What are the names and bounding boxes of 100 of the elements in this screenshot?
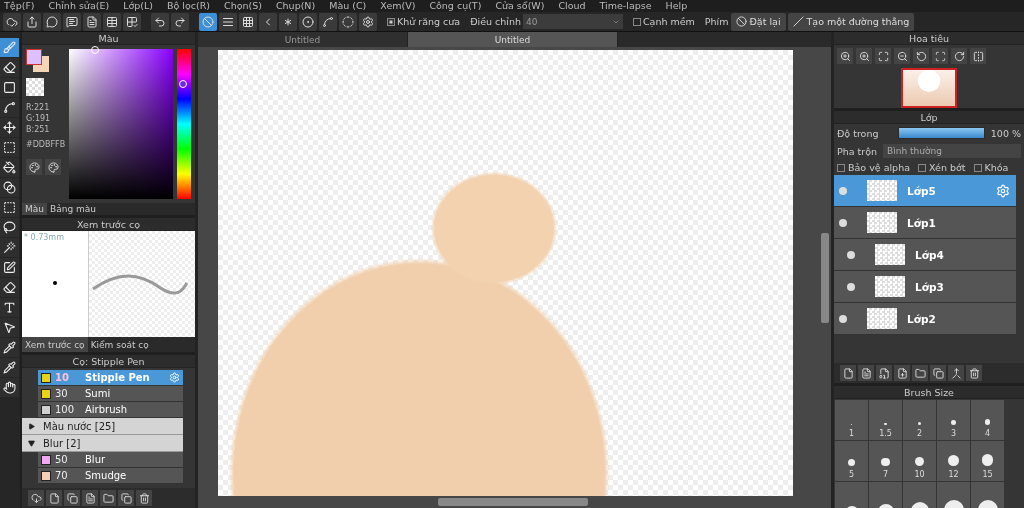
brush-size-cell[interactable]: 10	[903, 441, 936, 481]
share-icon[interactable]	[23, 12, 41, 31]
zoom-out-icon[interactable]	[894, 48, 910, 64]
hue-slider[interactable]	[177, 49, 191, 199]
new-file-icon[interactable]	[46, 490, 62, 506]
duplicate-icon[interactable]	[930, 365, 946, 381]
filled-square-icon[interactable]	[0, 138, 19, 157]
menu-item[interactable]: Màu (C)	[329, 0, 367, 12]
panel-tab[interactable]: Bảng màu	[47, 203, 99, 215]
document-tab[interactable]: Untitled	[198, 32, 408, 47]
cloud-icon[interactable]	[3, 12, 21, 31]
brush-size-cell[interactable]: 15	[971, 441, 1004, 481]
grid-edit-icon[interactable]	[123, 12, 141, 31]
menu-item[interactable]: Chụp(N)	[275, 0, 316, 12]
menu-item[interactable]: Chọn(S)	[224, 0, 262, 12]
straight-line-button[interactable]: Tạo một đường thẳng	[787, 12, 915, 31]
layer-row[interactable]: Lớp3	[834, 271, 1016, 303]
radial-lines-icon[interactable]	[279, 12, 297, 31]
grid-icon[interactable]	[239, 12, 257, 31]
folder-icon[interactable]	[912, 365, 928, 381]
selection-icon[interactable]	[0, 198, 19, 217]
document-icon[interactable]	[82, 490, 98, 506]
vertical-scrollbar[interactable]	[821, 232, 829, 323]
message-icon[interactable]	[63, 12, 81, 31]
speech-bubble-icon[interactable]	[43, 12, 61, 31]
brush-size-cell[interactable]: 5	[835, 441, 868, 481]
eraser-icon[interactable]	[0, 58, 19, 77]
zoom-actual-icon[interactable]	[837, 48, 853, 64]
menu-item[interactable]: Cửa sổ(W)	[495, 0, 545, 12]
checkbox[interactable]	[387, 17, 395, 26]
duplicate-icon[interactable]	[118, 490, 134, 506]
square-icon[interactable]	[0, 78, 19, 97]
reset-button[interactable]: Đặt lại	[730, 12, 786, 31]
horizontal-scrollbar[interactable]	[438, 498, 588, 506]
color-picker[interactable]	[69, 49, 174, 199]
hand-icon[interactable]	[0, 378, 19, 397]
document-icon[interactable]	[83, 12, 101, 31]
brush-group[interactable]: Blur [2]	[22, 435, 183, 452]
gradient-icon[interactable]	[0, 178, 19, 197]
brush-item[interactable]: 50 Blur	[38, 452, 183, 468]
brush-size-cell[interactable]: 3	[937, 400, 970, 440]
menu-item[interactable]: Time-lapse	[599, 0, 652, 12]
menu-item[interactable]: Cloud	[558, 0, 586, 12]
palette-icon[interactable]	[26, 159, 42, 175]
transparent-swatch[interactable]	[26, 78, 44, 96]
pointer-icon[interactable]	[0, 318, 19, 337]
brush-group[interactable]: Màu nước [25]	[22, 418, 183, 435]
magic-wand-icon[interactable]	[0, 238, 19, 257]
brush-item[interactable]: 30 Sumi	[38, 386, 183, 402]
selection-pen-icon[interactable]	[0, 258, 19, 277]
cloud-download-icon[interactable]	[28, 490, 44, 506]
menu-item[interactable]: Bộ lọc(R)	[166, 0, 210, 12]
merge-icon[interactable]	[948, 365, 964, 381]
table-icon[interactable]	[103, 12, 121, 31]
visibility-dot[interactable]	[839, 218, 847, 227]
redo-icon[interactable]	[171, 12, 189, 31]
text-icon[interactable]	[0, 298, 19, 317]
folder-icon[interactable]	[100, 490, 116, 506]
new-layer-icon[interactable]	[840, 365, 856, 381]
brush-size-cell[interactable]: 1.5	[869, 400, 902, 440]
fit-screen-icon[interactable]	[875, 48, 891, 64]
brush-size-cell[interactable]: 2	[903, 400, 936, 440]
checkbox[interactable]	[837, 163, 845, 172]
trash-icon[interactable]	[136, 490, 152, 506]
concentric-circles-icon[interactable]	[299, 12, 317, 31]
trash-icon[interactable]	[966, 365, 982, 381]
hue-handle[interactable]	[179, 80, 188, 89]
visibility-dot[interactable]	[839, 314, 847, 323]
layer-row[interactable]: Lớp1	[834, 207, 1016, 239]
panel-tab[interactable]: Kiểm soát cọ	[87, 337, 152, 352]
menu-item[interactable]: Tệp(F)	[4, 0, 35, 12]
palette-settings-icon[interactable]	[45, 159, 61, 175]
polyline-icon[interactable]	[0, 98, 19, 117]
copy-icon[interactable]	[64, 490, 80, 506]
checkbox[interactable]	[632, 17, 641, 26]
brush-item[interactable]: 100 Airbrush	[38, 402, 183, 418]
menu-item[interactable]: Xem(V)	[380, 0, 416, 12]
color-swatches[interactable]	[26, 49, 50, 73]
layer-row[interactable]: Lớp2	[834, 303, 1016, 335]
brush-size-cell[interactable]: 12	[937, 441, 970, 481]
move-icon[interactable]	[0, 118, 19, 137]
lasso-icon[interactable]	[0, 218, 19, 237]
blend-mode-dropdown[interactable]: Bình thường	[883, 144, 1021, 158]
layer-row[interactable]: Lớp4	[834, 239, 1016, 271]
eyedropper-icon[interactable]	[0, 358, 19, 377]
brush-size-cell[interactable]: 1	[835, 400, 868, 440]
add-layer-icon[interactable]	[894, 365, 910, 381]
visibility-dot[interactable]	[839, 186, 847, 195]
no-ruler-icon[interactable]	[199, 12, 217, 31]
rotate-right-icon[interactable]	[951, 48, 967, 64]
menu-item[interactable]: Công cụ(T)	[429, 0, 482, 12]
panel-tab[interactable]: Màu	[22, 203, 47, 215]
perspective-icon[interactable]	[259, 12, 277, 31]
settings-icon[interactable]	[359, 12, 377, 31]
checkbox[interactable]	[918, 163, 926, 172]
selection-eraser-icon[interactable]	[0, 278, 19, 297]
paint-bucket-icon[interactable]	[0, 158, 19, 177]
zoom-in-icon[interactable]	[856, 48, 872, 64]
document-tab[interactable]: Untitled	[408, 32, 618, 47]
checkbox[interactable]	[973, 163, 982, 172]
